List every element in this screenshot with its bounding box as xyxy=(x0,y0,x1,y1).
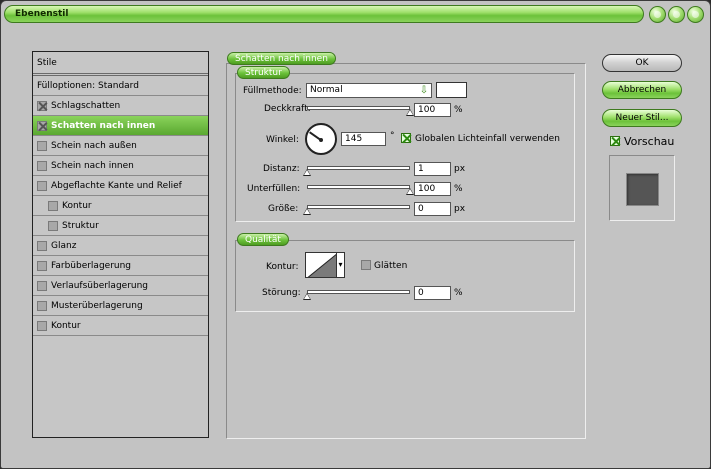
global-light-label: Globalen Lichteinfall verwenden xyxy=(415,134,560,144)
quality-title: Qualität xyxy=(237,233,289,246)
style-item-kontur[interactable]: Kontur xyxy=(33,196,208,216)
choke-unit: % xyxy=(454,184,463,194)
style-item-label: Schlagschatten xyxy=(51,100,121,111)
angle-unit: ° xyxy=(390,131,395,141)
style-item-checkbox[interactable] xyxy=(37,140,47,151)
blend-mode-select[interactable]: Normal ⇩ xyxy=(306,83,432,98)
structure-title: Struktur xyxy=(237,66,290,79)
opacity-slider-handle[interactable] xyxy=(406,109,414,116)
style-item-verlaufsüberlagerung[interactable]: Verlaufsüberlagerung xyxy=(33,276,208,296)
style-item-label: Struktur xyxy=(62,220,99,231)
style-item-label: Farbüberlagerung xyxy=(51,260,132,271)
antialias-checkbox[interactable] xyxy=(361,260,371,270)
noise-slider[interactable] xyxy=(307,290,410,294)
preview-checkbox[interactable] xyxy=(610,136,620,146)
angle-label: Winkel: xyxy=(266,135,299,145)
style-item-checkbox[interactable] xyxy=(37,160,47,171)
distance-slider-handle[interactable] xyxy=(303,169,311,176)
choke-label: Unterfüllen: xyxy=(247,184,301,194)
antialias-label: Glätten xyxy=(374,261,408,271)
distance-unit: px xyxy=(454,164,466,174)
size-unit: px xyxy=(454,204,466,214)
style-item-checkbox[interactable] xyxy=(37,280,47,291)
noise-slider-handle[interactable] xyxy=(303,293,311,300)
style-item-checkbox[interactable] xyxy=(48,200,58,211)
angle-input[interactable]: 145 xyxy=(341,132,386,146)
style-item-label: Glanz xyxy=(51,240,77,251)
style-item-schlagschatten[interactable]: Schlagschatten xyxy=(33,96,208,116)
size-slider-handle[interactable] xyxy=(303,208,311,215)
shadow-color-swatch[interactable] xyxy=(436,82,467,98)
contour-curve-icon xyxy=(307,253,336,277)
minimize-button[interactable] xyxy=(649,6,666,23)
ok-button[interactable]: OK xyxy=(602,54,682,72)
style-item-label: Kontur xyxy=(51,320,81,331)
style-item-checkbox[interactable] xyxy=(37,180,47,191)
opacity-slider[interactable] xyxy=(307,106,410,110)
contour-label: Kontur: xyxy=(266,262,299,272)
style-item-label: Musterüberlagerung xyxy=(51,300,143,311)
angle-dial[interactable] xyxy=(305,123,337,155)
style-item-schatten-nach-innen[interactable]: Schatten nach innen xyxy=(33,116,208,136)
distance-input[interactable]: 1 xyxy=(414,162,451,176)
triangle-down-icon[interactable]: ▾ xyxy=(336,252,345,278)
window-title: Ebenenstil xyxy=(15,9,69,19)
opacity-input[interactable]: 100 xyxy=(414,103,451,117)
style-list: Stile Fülloptionen: Standard Schlagschat… xyxy=(32,51,209,438)
style-item-label: Schein nach außen xyxy=(51,140,137,151)
preview-panel xyxy=(609,155,675,221)
size-input[interactable]: 0 xyxy=(414,202,451,216)
new-style-button[interactable]: Neuer Stil... xyxy=(602,109,682,127)
close-button[interactable] xyxy=(687,6,704,23)
distance-label: Distanz: xyxy=(263,164,300,174)
choke-slider[interactable] xyxy=(307,185,410,189)
quality-group xyxy=(235,240,575,312)
blend-mode-label: Füllmethode: xyxy=(243,86,302,96)
style-item-label: Schatten nach innen xyxy=(51,120,156,131)
style-list-header[interactable]: Stile xyxy=(33,52,208,74)
style-item-schein-nach-außen[interactable]: Schein nach außen xyxy=(33,136,208,156)
style-item-checkbox[interactable] xyxy=(37,100,47,111)
choke-slider-handle[interactable] xyxy=(406,188,414,195)
size-slider[interactable] xyxy=(307,205,410,209)
noise-label: Störung: xyxy=(262,288,301,298)
distance-slider[interactable] xyxy=(307,166,410,170)
arrow-down-icon: ⇩ xyxy=(419,85,429,96)
style-item-checkbox[interactable] xyxy=(37,240,47,251)
style-item-label: Schein nach innen xyxy=(51,160,134,171)
maximize-button[interactable] xyxy=(668,6,685,23)
opacity-label: Deckkraft: xyxy=(264,104,311,114)
style-item-checkbox[interactable] xyxy=(48,220,58,231)
preview-label: Vorschau xyxy=(624,135,675,148)
layer-style-dialog: Ebenenstil Stile Fülloptionen: Standard … xyxy=(0,0,711,469)
angle-dial-center xyxy=(319,138,323,142)
style-item-abgeflachte-kante-und-relief[interactable]: Abgeflachte Kante und Relief xyxy=(33,176,208,196)
noise-unit: % xyxy=(454,288,463,298)
noise-input[interactable]: 0 xyxy=(414,286,451,300)
contour-preview[interactable] xyxy=(305,252,337,278)
style-item-glanz[interactable]: Glanz xyxy=(33,236,208,256)
style-item-farbüberlagerung[interactable]: Farbüberlagerung xyxy=(33,256,208,276)
style-item-label: Verlaufsüberlagerung xyxy=(51,280,149,291)
style-item-checkbox[interactable] xyxy=(37,300,47,311)
title-bar[interactable]: Ebenenstil xyxy=(4,5,644,23)
cancel-button[interactable]: Abbrechen xyxy=(602,81,682,99)
style-item-schein-nach-innen[interactable]: Schein nach innen xyxy=(33,156,208,176)
style-item-checkbox[interactable] xyxy=(37,320,47,331)
blend-mode-value: Normal xyxy=(310,85,343,95)
inner-shadow-title: Schatten nach innen xyxy=(227,52,336,65)
opacity-unit: % xyxy=(454,105,463,115)
global-light-checkbox[interactable] xyxy=(401,133,411,143)
style-item-label: Abgeflachte Kante und Relief xyxy=(51,180,182,191)
style-item-kontur[interactable]: Kontur xyxy=(33,316,208,336)
choke-input[interactable]: 100 xyxy=(414,182,451,196)
style-item-musterüberlagerung[interactable]: Musterüberlagerung xyxy=(33,296,208,316)
style-item-checkbox[interactable] xyxy=(37,260,47,271)
blend-options-item[interactable]: Fülloptionen: Standard xyxy=(33,76,208,96)
preview-swatch xyxy=(626,173,659,206)
style-item-label: Kontur xyxy=(62,200,92,211)
style-item-checkbox[interactable] xyxy=(37,120,47,131)
style-item-struktur[interactable]: Struktur xyxy=(33,216,208,236)
size-label: Größe: xyxy=(268,204,299,214)
